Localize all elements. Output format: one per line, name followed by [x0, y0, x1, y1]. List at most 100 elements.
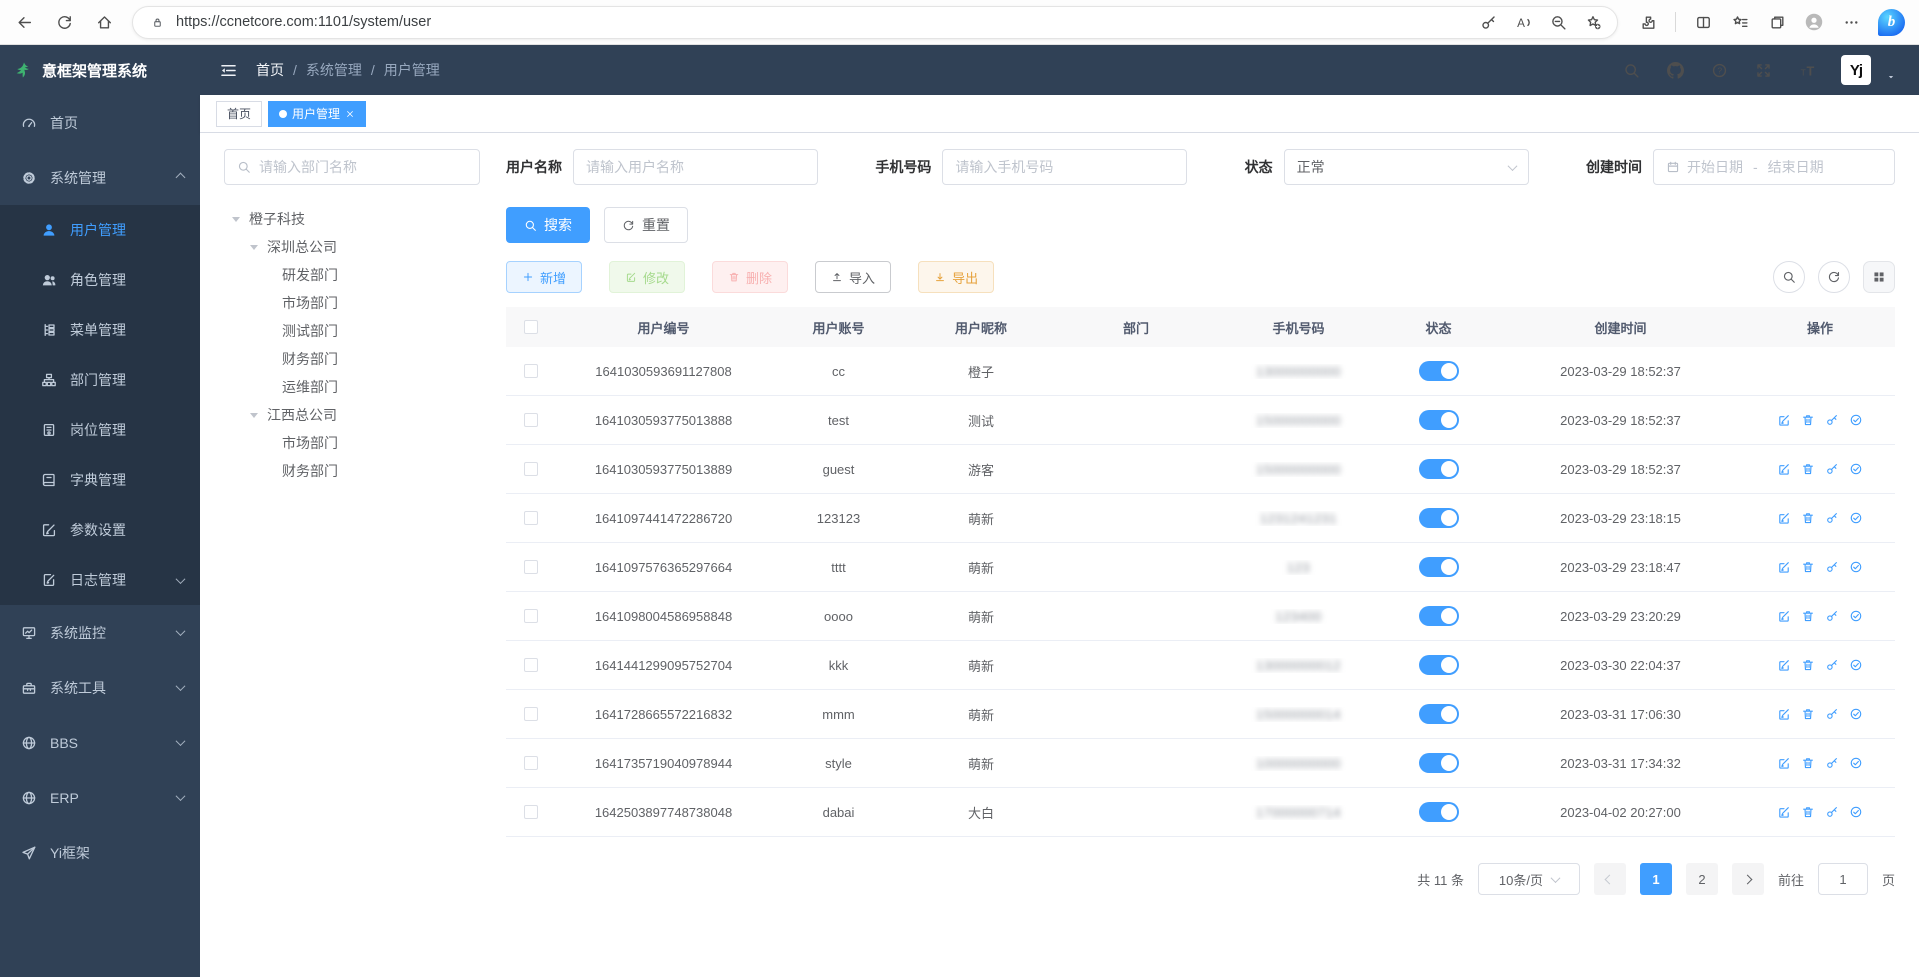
home-icon[interactable] [94, 12, 114, 32]
status-toggle[interactable] [1419, 704, 1459, 724]
tree-node[interactable]: 财务部门 [224, 457, 480, 485]
status-toggle[interactable] [1419, 606, 1459, 626]
breadcrumb-system[interactable]: 系统管理 [306, 60, 362, 80]
tree-node[interactable]: 运维部门 [224, 373, 480, 401]
row-delete-icon[interactable] [1801, 511, 1815, 525]
sidebar-item[interactable]: 用户管理 [0, 205, 200, 255]
address-bar[interactable]: https://ccnetcore.com:1101/system/user A [132, 6, 1618, 39]
extensions-icon[interactable] [1638, 12, 1658, 32]
status-toggle[interactable] [1419, 557, 1459, 577]
row-reset-password-icon[interactable] [1825, 756, 1839, 770]
row-edit-icon[interactable] [1777, 560, 1791, 574]
tree-node[interactable]: 市场部门 [224, 289, 480, 317]
row-edit-icon[interactable] [1777, 511, 1791, 525]
sidebar-item[interactable]: 首页 [0, 95, 200, 150]
row-delete-icon[interactable] [1801, 413, 1815, 427]
dept-search-field[interactable] [259, 159, 467, 175]
row-checkbox[interactable] [524, 462, 538, 476]
row-delete-icon[interactable] [1801, 756, 1815, 770]
row-reset-password-icon[interactable] [1825, 511, 1839, 525]
row-edit-icon[interactable] [1777, 413, 1791, 427]
row-delete-icon[interactable] [1801, 658, 1815, 672]
status-toggle[interactable] [1419, 802, 1459, 822]
table-refresh-button[interactable] [1818, 261, 1850, 293]
breadcrumb-home[interactable]: 首页 [256, 60, 284, 80]
row-edit-icon[interactable] [1777, 756, 1791, 770]
row-checkbox[interactable] [524, 560, 538, 574]
sidebar-item[interactable]: ERP [0, 770, 200, 825]
row-delete-icon[interactable] [1801, 707, 1815, 721]
sidebar-item[interactable]: 系统管理 [0, 150, 200, 205]
row-assign-role-icon[interactable] [1849, 658, 1863, 672]
split-screen-icon[interactable] [1693, 12, 1713, 32]
row-assign-role-icon[interactable] [1849, 609, 1863, 623]
tree-node[interactable]: 财务部门 [224, 345, 480, 373]
sidebar-toggle-icon[interactable] [218, 60, 238, 80]
row-delete-icon[interactable] [1801, 805, 1815, 819]
date-start-placeholder[interactable]: 开始日期 [1687, 157, 1743, 177]
font-size-icon[interactable]: TT [1797, 60, 1817, 80]
header-search-icon[interactable] [1621, 60, 1641, 80]
sidebar-item[interactable]: 字典管理 [0, 455, 200, 505]
row-reset-password-icon[interactable] [1825, 560, 1839, 574]
collections-icon[interactable] [1767, 12, 1787, 32]
sidebar-item[interactable]: 部门管理 [0, 355, 200, 405]
url-text[interactable]: https://ccnetcore.com:1101/system/user [176, 14, 1469, 30]
row-checkbox[interactable] [524, 364, 538, 378]
caret-down-icon[interactable] [250, 413, 258, 422]
date-end-placeholder[interactable]: 结束日期 [1768, 157, 1824, 177]
user-avatar[interactable]: Yj [1841, 55, 1871, 85]
back-icon[interactable] [14, 12, 34, 32]
tree-node[interactable]: 橙子科技 [224, 205, 480, 233]
dept-search-input[interactable] [224, 149, 480, 185]
page-button-1[interactable]: 1 [1640, 863, 1672, 895]
read-aloud-icon[interactable]: A [1513, 12, 1533, 32]
next-page-button[interactable] [1732, 863, 1764, 895]
sidebar-item[interactable]: BBS [0, 715, 200, 770]
row-reset-password-icon[interactable] [1825, 413, 1839, 427]
status-toggle[interactable] [1419, 753, 1459, 773]
zoom-out-icon[interactable] [1548, 12, 1568, 32]
sidebar-item[interactable]: 日志管理 [0, 555, 200, 605]
username-field[interactable] [586, 159, 805, 175]
row-reset-password-icon[interactable] [1825, 658, 1839, 672]
bing-icon[interactable]: b [1878, 9, 1905, 36]
row-assign-role-icon[interactable] [1849, 413, 1863, 427]
status-toggle[interactable] [1419, 655, 1459, 675]
prev-page-button[interactable] [1594, 863, 1626, 895]
row-delete-icon[interactable] [1801, 609, 1815, 623]
row-reset-password-icon[interactable] [1825, 609, 1839, 623]
date-range-picker[interactable]: 开始日期 - 结束日期 [1653, 149, 1895, 185]
page-tab[interactable]: 首页 [216, 101, 262, 127]
row-checkbox[interactable] [524, 609, 538, 623]
tree-node[interactable]: 深圳总公司 [224, 233, 480, 261]
page-size-select[interactable]: 10条/页 [1478, 863, 1580, 895]
delete-button[interactable]: 删除 [712, 261, 788, 293]
add-button[interactable]: 新增 [506, 261, 582, 293]
avatar-caret-icon[interactable] [1881, 67, 1901, 87]
row-assign-role-icon[interactable] [1849, 707, 1863, 721]
sidebar-item[interactable]: 系统监控 [0, 605, 200, 660]
column-settings-button[interactable] [1863, 261, 1895, 293]
sidebar-item[interactable]: 角色管理 [0, 255, 200, 305]
page-tab[interactable]: 用户管理 [268, 101, 366, 127]
row-checkbox[interactable] [524, 707, 538, 721]
favorite-add-icon[interactable] [1583, 12, 1603, 32]
row-reset-password-icon[interactable] [1825, 805, 1839, 819]
row-delete-icon[interactable] [1801, 462, 1815, 476]
more-menu-icon[interactable] [1841, 12, 1861, 32]
status-toggle[interactable] [1419, 459, 1459, 479]
row-reset-password-icon[interactable] [1825, 707, 1839, 721]
sidebar-item[interactable]: 参数设置 [0, 505, 200, 555]
tree-node[interactable]: 江西总公司 [224, 401, 480, 429]
row-checkbox[interactable] [524, 658, 538, 672]
export-button[interactable]: 导出 [918, 261, 994, 293]
row-delete-icon[interactable] [1801, 560, 1815, 574]
row-checkbox[interactable] [524, 413, 538, 427]
edit-button[interactable]: 修改 [609, 261, 685, 293]
goto-page-input[interactable] [1818, 863, 1868, 895]
tree-node[interactable]: 市场部门 [224, 429, 480, 457]
sidebar-item[interactable]: 菜单管理 [0, 305, 200, 355]
key-icon[interactable] [1478, 12, 1498, 32]
import-button[interactable]: 导入 [815, 261, 891, 293]
